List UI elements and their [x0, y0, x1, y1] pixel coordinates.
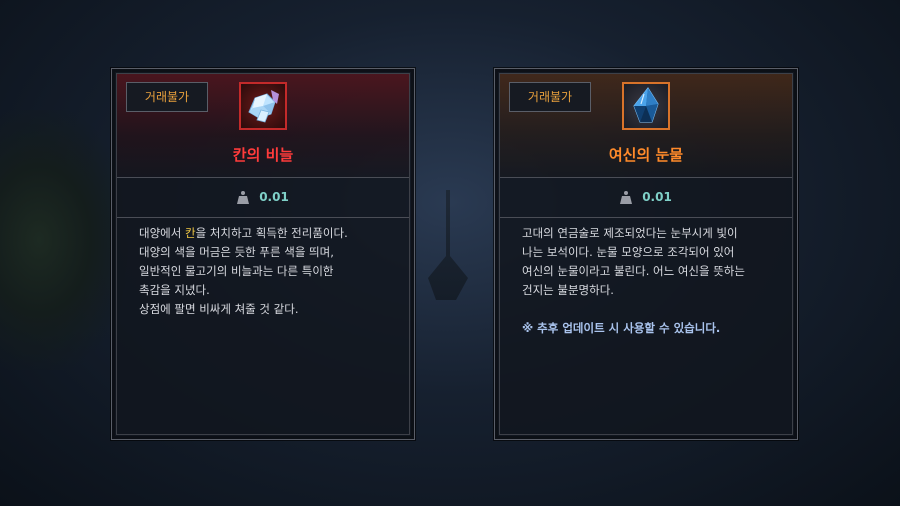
trade-restriction-badge: 거래불가	[509, 82, 591, 112]
divider	[500, 217, 792, 218]
description-line: 고대의 연금술로 제조되었다는 눈부시게 빛이	[522, 226, 738, 240]
description-line: 촉감을 지녔다.	[139, 283, 210, 297]
item-description: 고대의 연금술로 제조되었다는 눈부시게 빛이 나는 보석이다. 눈물 모양으로…	[522, 224, 778, 338]
weight-value: 0.01	[259, 190, 289, 204]
description-line: 건지는 불분명하다.	[522, 283, 614, 297]
trade-restriction-badge: 거래불가	[126, 82, 208, 112]
description-line: 대양의 색을 머금은 듯한 푸른 색을 띄며,	[139, 245, 334, 259]
description-line: 나는 보석이다. 눈물 모양으로 조각되어 있어	[522, 245, 735, 259]
tooltip-frame: 거래불가 칸의 비늘 0.01 대양에서 칸을 처치하고 획득한 전리품이다. …	[116, 73, 410, 435]
weight-icon	[237, 191, 250, 204]
blue-tear-gem-icon	[622, 82, 670, 130]
item-description: 대양에서 칸을 처치하고 획득한 전리품이다. 대양의 색을 머금은 듯한 푸른…	[139, 224, 395, 319]
item-name: 칸의 비늘	[232, 146, 294, 164]
weight-icon	[620, 191, 633, 204]
weight-value: 0.01	[642, 190, 672, 204]
description-line: 상점에 팔면 비싸게 쳐줄 것 같다.	[139, 302, 299, 316]
description-line: 여신의 눈물이라고 불린다. 어느 여신을 뜻하는	[522, 264, 745, 278]
weight-row: 0.01	[500, 177, 792, 217]
weight-row: 0.01	[117, 177, 409, 217]
highlight-keyword: 칸	[184, 226, 196, 240]
tooltip-header: 거래불가 칸의 비늘	[117, 74, 409, 177]
item-tooltip-khan-scale: 거래불가 칸의 비늘 0.01 대양에서 칸을 처치하고 획득한 전리품이다. …	[111, 68, 415, 440]
item-name: 여신의 눈물	[608, 146, 684, 164]
divider	[117, 217, 409, 218]
background-ship	[428, 190, 468, 300]
description-line: 대양에서 칸을 처치하고 획득한 전리품이다.	[139, 226, 348, 240]
update-note: ※ 추후 업데이트 시 사용할 수 있습니다.	[522, 321, 721, 335]
description-line: 일반적인 물고기의 비늘과는 다른 특이한	[139, 264, 334, 278]
crystal-scale-icon	[239, 82, 287, 130]
tooltip-header: 거래불가 여신의 눈물	[500, 74, 792, 177]
tooltip-frame: 거래불가 여신의 눈물 0.01 고대의 연금술로 제조되었다는 눈부시게 빛이…	[499, 73, 793, 435]
item-tooltip-goddess-tear: 거래불가 여신의 눈물 0.01 고대의 연금술로 제조되었다는 눈부시게 빛이…	[494, 68, 798, 440]
